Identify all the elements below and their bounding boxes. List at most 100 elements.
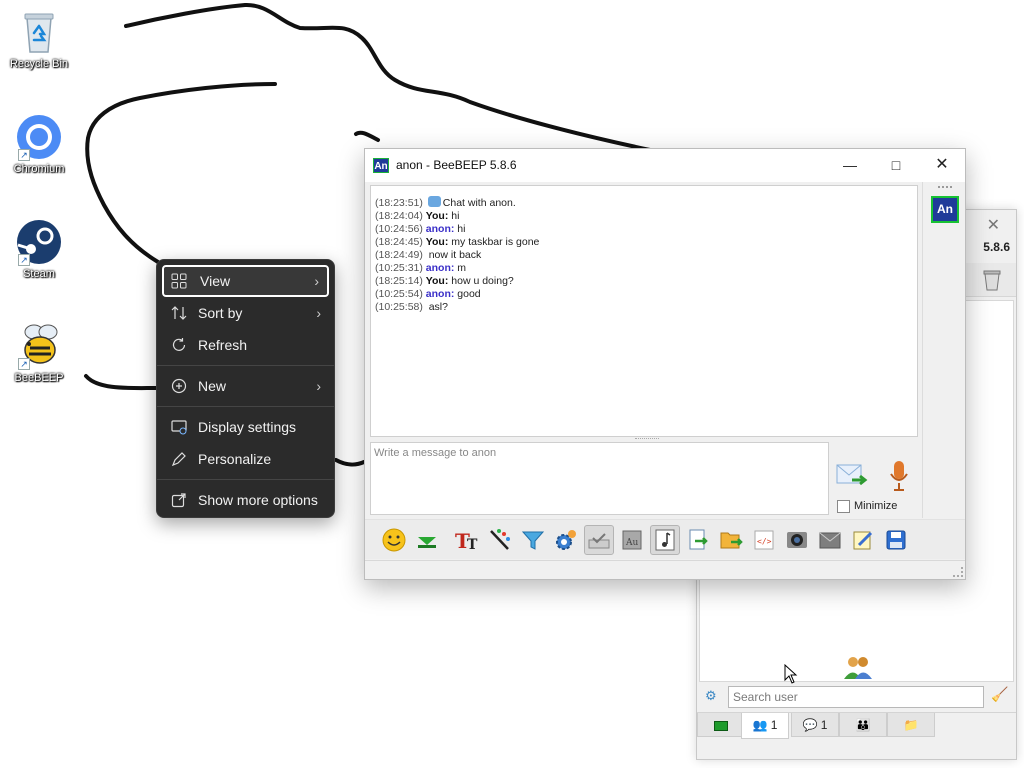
close-icon[interactable]: ✕ [987, 215, 1000, 234]
chat-message: (10:25:54) anon: good [375, 288, 917, 301]
resize-grip-icon[interactable] [953, 567, 963, 577]
menu-item-personalize[interactable]: Personalize [162, 443, 329, 475]
sender-name: anon: [425, 262, 455, 274]
code-icon[interactable]: </> [749, 525, 779, 555]
desktop-icon-chromium[interactable]: ↗ Chromium [1, 113, 77, 175]
music-note-icon[interactable] [650, 525, 680, 555]
window-title: anon - BeeBEEP 5.8.6 [396, 158, 517, 172]
screenshot-icon[interactable] [782, 525, 812, 555]
tab-users[interactable]: 👥 1 [741, 713, 789, 739]
timestamp: (18:24:04) [375, 210, 423, 222]
desktop-icon-steam[interactable]: ↗ Steam [1, 218, 77, 280]
tab-home[interactable] [697, 713, 745, 737]
emoticon-icon[interactable] [379, 525, 409, 555]
pen-icon [171, 452, 186, 467]
envelope-icon[interactable] [815, 525, 845, 555]
timestamp: (18:24:49) [375, 249, 423, 261]
avatar[interactable]: An [931, 196, 959, 223]
chat-message: (10:25:31) anon: m [375, 262, 917, 275]
desktop-icon-recycle-bin[interactable]: Recycle Bin [1, 8, 77, 70]
save-icon[interactable] [881, 525, 911, 555]
chat-message: (18:23:51) Chat with anon. [375, 196, 917, 210]
sender-name: anon: [425, 223, 455, 235]
spellcheck-icon[interactable] [584, 525, 614, 555]
files-icon: 📁 [903, 718, 919, 732]
status-bar [365, 560, 965, 579]
file-send-icon[interactable] [683, 525, 713, 555]
splitter-handle[interactable] [635, 438, 659, 441]
menu-separator [157, 365, 334, 366]
color-pen-icon[interactable] [485, 525, 515, 555]
new-plus-icon [171, 378, 187, 394]
minimize-checkbox[interactable] [837, 500, 850, 513]
minimize-label: Minimize [854, 500, 898, 512]
send-message-icon[interactable] [836, 462, 870, 490]
sender-name: You: [425, 210, 449, 222]
message-text: hi [454, 223, 466, 235]
edit-note-icon[interactable] [848, 525, 878, 555]
timestamp: (18:23:51) [375, 197, 423, 209]
menu-item-label: View [200, 273, 231, 289]
settings-gear-icon[interactable] [551, 525, 581, 555]
sender-name: You: [425, 275, 449, 287]
chevron-right-icon: › [316, 378, 321, 394]
member-side-panel: An [922, 182, 965, 518]
download-icon[interactable] [412, 525, 442, 555]
desktop-context-menu: View › Sort by › Refresh New › Display s… [156, 259, 335, 518]
message-text: how u doing? [448, 275, 514, 287]
chat-message: (10:24:56) anon: hi [375, 223, 917, 236]
trash-icon[interactable] [982, 269, 1002, 291]
chat-toolbar: TT Au </> [365, 519, 965, 559]
chat-log[interactable]: (18:23:51) Chat with anon. (18:24:04) Yo… [370, 185, 918, 437]
message-text: Chat with anon. [442, 197, 516, 209]
tab-files[interactable]: 📁 [887, 713, 935, 737]
message-text: asl? [428, 301, 448, 313]
shortcut-arrow-icon: ↗ [18, 149, 30, 161]
desktop-icon-beebeep[interactable]: ↗ BeeBEEP [1, 322, 77, 384]
microphone-icon[interactable] [887, 460, 911, 492]
menu-item-label: Show more options [198, 492, 318, 508]
menu-item-sort-by[interactable]: Sort by › [162, 297, 329, 329]
menu-item-display-settings[interactable]: Display settings [162, 411, 329, 443]
settings-gear-icon[interactable]: ⚙ [705, 689, 717, 704]
menu-item-label: New [198, 378, 227, 394]
tab-groups[interactable]: 👪 [839, 713, 887, 737]
search-user-input[interactable] [728, 686, 984, 708]
title-bar[interactable]: An anon - BeeBEEP 5.8.6 — □ ✕ [365, 149, 965, 182]
home-icon [714, 720, 728, 731]
minimize-window-button[interactable]: — [827, 149, 873, 181]
menu-item-view[interactable]: View › [162, 265, 329, 297]
clear-broom-icon[interactable]: 🧹 [991, 687, 1008, 703]
chromium-icon: ↗ [14, 113, 64, 161]
users-group-icon [844, 657, 872, 679]
maximize-window-button[interactable]: □ [873, 149, 919, 181]
search-row: ⚙ 🧹 [697, 684, 1016, 712]
timestamp: (10:25:58) [375, 301, 423, 313]
chat-message: (10:25:58) asl? [375, 301, 917, 314]
shortcut-arrow-icon: ↗ [18, 358, 30, 370]
tab-chats[interactable]: 💬 1 [791, 713, 839, 737]
recycle-bin-icon [14, 8, 64, 56]
chat-message: (18:24:04) You: hi [375, 210, 917, 223]
filter-icon[interactable] [518, 525, 548, 555]
menu-item-label: Refresh [198, 337, 248, 353]
menu-item-show-more-options[interactable]: Show more options [162, 484, 329, 516]
menu-item-refresh[interactable]: Refresh [162, 329, 329, 361]
dictionary-icon[interactable]: Au [617, 525, 647, 555]
grip-icon [938, 186, 952, 190]
folder-send-icon[interactable] [716, 525, 746, 555]
timestamp: (18:25:14) [375, 275, 423, 287]
timestamp: (10:25:54) [375, 288, 423, 300]
beebeep-icon: ↗ [14, 322, 64, 370]
app-badge-icon: An [373, 158, 389, 173]
font-icon[interactable]: TT [452, 525, 482, 555]
sort-icon [171, 306, 187, 320]
message-input[interactable] [370, 442, 829, 515]
message-text: m [454, 262, 467, 274]
menu-item-new[interactable]: New › [162, 370, 329, 402]
close-window-button[interactable]: ✕ [919, 149, 965, 181]
timestamp: (10:24:56) [375, 223, 423, 235]
chat-message: (18:25:14) You: how u doing? [375, 275, 917, 288]
groups-icon: 👪 [855, 718, 871, 732]
sender-name: anon: [425, 288, 455, 300]
